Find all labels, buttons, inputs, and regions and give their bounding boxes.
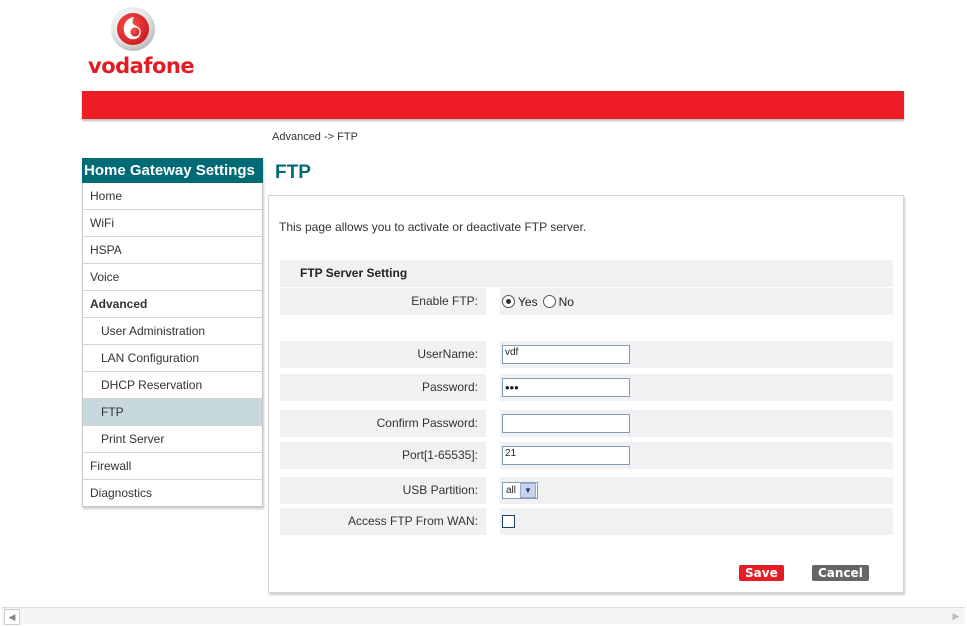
enable-ftp-row: Enable FTP: Yes No (280, 288, 893, 315)
section-header-row: FTP Server Setting (280, 260, 893, 287)
section-title: FTP Server Setting (300, 266, 408, 280)
username-row: UserName: vdf (280, 341, 893, 368)
enable-ftp-yes-radio[interactable] (502, 295, 515, 308)
access-wan-row: Access FTP From WAN: (280, 508, 893, 535)
sidebar-nav: Home Gateway Settings Home WiFi HSPA Voi… (82, 158, 263, 507)
sidebar-item-lan-configuration[interactable]: LAN Configuration (83, 345, 262, 372)
scroll-right-icon[interactable]: ▶ (949, 609, 963, 623)
access-wan-label: Access FTP From WAN: (347, 514, 478, 528)
port-label: Port[1-65535]: (401, 448, 478, 462)
scroll-left-icon[interactable]: ◀ (4, 609, 20, 625)
sidebar-item-diagnostics[interactable]: Diagnostics (83, 480, 262, 506)
port-row: Port[1-65535]: 21 (280, 442, 893, 469)
username-input[interactable]: vdf (502, 345, 630, 364)
usb-partition-select[interactable]: all ▼ (502, 482, 539, 499)
sidebar-item-user-administration[interactable]: User Administration (83, 318, 262, 345)
vodafone-logo: vodafone (88, 6, 195, 78)
cancel-button[interactable]: Cancel (812, 565, 869, 581)
chevron-down-icon[interactable]: ▼ (520, 483, 537, 498)
enable-ftp-yes-label[interactable]: Yes (518, 295, 538, 309)
password-input[interactable]: ••• (502, 378, 630, 397)
sidebar-title: Home Gateway Settings (82, 158, 263, 183)
sidebar-item-ftp[interactable]: FTP (83, 399, 262, 426)
save-button[interactable]: Save (739, 565, 784, 581)
horizontal-scrollbar[interactable]: ◀ ▶ (2, 607, 965, 625)
breadcrumb: Advanced -> FTP (272, 131, 358, 143)
sidebar-item-dhcp-reservation[interactable]: DHCP Reservation (83, 372, 262, 399)
header-bar (82, 91, 904, 119)
sidebar-item-print-server[interactable]: Print Server (83, 426, 262, 453)
sidebar-item-voice[interactable]: Voice (83, 264, 262, 291)
access-wan-checkbox[interactable] (502, 515, 515, 528)
brand-wordmark: vodafone (88, 54, 195, 78)
username-label: UserName: (417, 347, 478, 361)
enable-ftp-no-radio[interactable] (542, 295, 556, 308)
sidebar-item-home[interactable]: Home (83, 183, 262, 210)
sidebar-item-advanced[interactable]: Advanced (83, 291, 262, 318)
password-label: Password: (421, 380, 478, 394)
enable-ftp-no-label[interactable]: No (559, 295, 574, 309)
confirm-password-input[interactable] (502, 414, 630, 433)
ftp-settings-panel: This page allows you to activate or deac… (268, 195, 904, 593)
enable-ftp-label: Enable FTP: (411, 294, 478, 308)
confirm-password-label: Confirm Password: (376, 416, 478, 430)
usb-partition-row: USB Partition: all ▼ (280, 477, 893, 504)
usb-partition-value: all (506, 485, 517, 496)
sidebar-item-hspa[interactable]: HSPA (83, 237, 262, 264)
sidebar-item-firewall[interactable]: Firewall (83, 453, 262, 480)
port-input[interactable]: 21 (502, 446, 630, 465)
page-title: FTP (275, 162, 311, 183)
password-row: Password: ••• (280, 374, 893, 401)
confirm-password-row: Confirm Password: (280, 410, 893, 437)
usb-partition-label: USB Partition: (402, 483, 478, 497)
sidebar-item-wifi[interactable]: WiFi (83, 210, 262, 237)
page-description: This page allows you to activate or deac… (279, 220, 587, 234)
vodafone-speechmark-icon (111, 7, 155, 51)
